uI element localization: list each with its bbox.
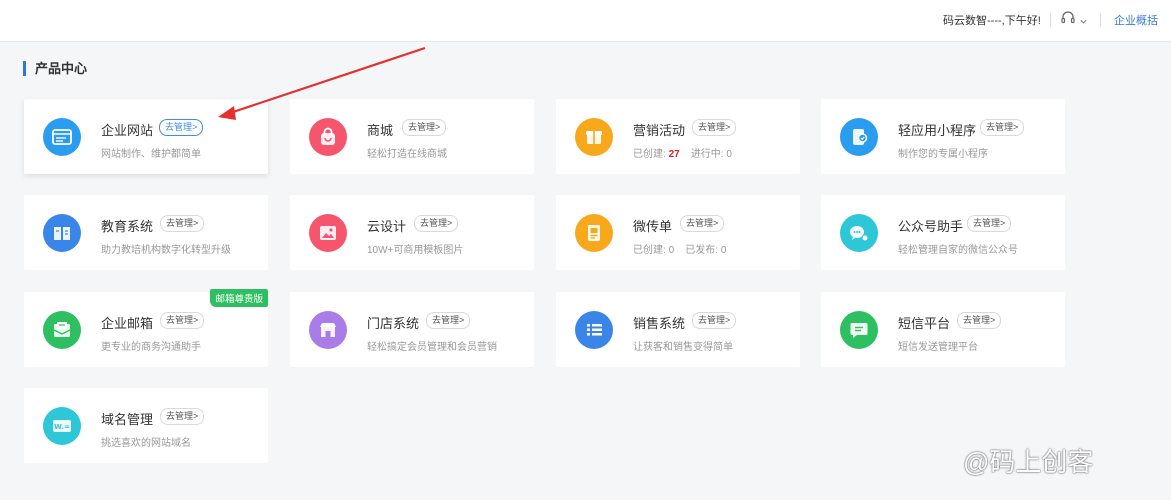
annotation-arrow <box>218 46 426 120</box>
watermark: @码上创客 <box>963 447 1094 477</box>
